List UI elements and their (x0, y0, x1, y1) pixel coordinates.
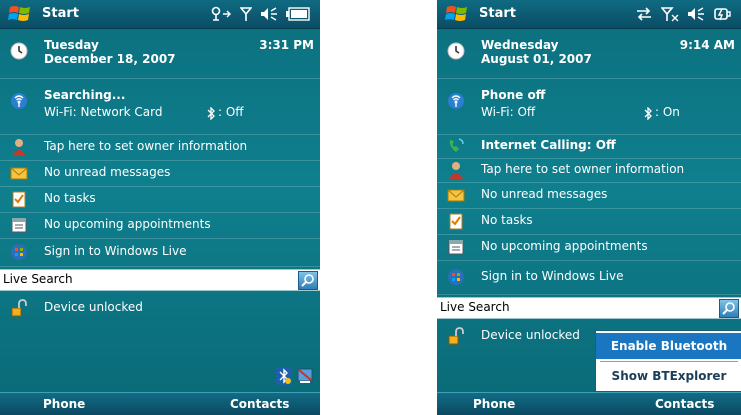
menu-divider (600, 361, 738, 362)
live-search-label: Live Search (3, 272, 73, 286)
tasks-row[interactable]: No tasks (0, 186, 320, 213)
owner-icon (12, 139, 26, 156)
today-screen-right: Start Wednesday August 01, 2007 9:14 AM … (437, 0, 741, 415)
wireless-icon (448, 93, 464, 109)
search-button[interactable] (719, 299, 739, 318)
padlock-open-icon (11, 299, 27, 317)
start-label[interactable]: Start (42, 6, 79, 21)
connectivity-icon[interactable] (210, 6, 232, 22)
bluetooth-tray-icon[interactable] (276, 367, 292, 385)
live-search-label: Live Search (440, 300, 510, 314)
date-row[interactable]: Wednesday August 01, 2007 9:14 AM (437, 30, 741, 79)
wifi-subtitle: Wi-Fi: Network Card (44, 105, 163, 119)
softkey-contacts[interactable]: Contacts (230, 397, 289, 411)
appointments-text: No upcoming appointments (481, 239, 648, 253)
search-icon (722, 302, 735, 315)
notification-tray (276, 367, 314, 385)
live-search-bar[interactable]: Live Search (437, 297, 741, 319)
appointments-text: No upcoming appointments (44, 217, 211, 231)
bluetooth-status: : Off (218, 105, 244, 119)
network-tray-icon[interactable] (296, 367, 314, 385)
owner-row[interactable]: Tap here to set owner information (437, 158, 741, 183)
bluetooth-status: : On (655, 105, 680, 119)
envelope-icon (10, 167, 28, 180)
live-row[interactable]: Sign in to Windows Live (437, 260, 741, 295)
messages-row[interactable]: No unread messages (437, 182, 741, 209)
sync-arrows-icon[interactable] (635, 6, 653, 22)
bluetooth-icon (644, 107, 652, 120)
owner-icon (449, 162, 463, 179)
today-screen-left: Start Tuesday December 18, 2007 3:31 PM … (0, 0, 320, 415)
lock-text: Device unlocked (44, 300, 143, 314)
date-day: Tuesday (44, 38, 99, 52)
softkey-bar: Phone Contacts (437, 392, 741, 415)
volume-icon[interactable] (687, 6, 705, 22)
messages-text: No unread messages (481, 187, 608, 201)
calendar-icon (448, 239, 464, 255)
date-row[interactable]: Tuesday December 18, 2007 3:31 PM (0, 30, 320, 79)
softkey-contacts[interactable]: Contacts (655, 397, 714, 411)
live-text: Sign in to Windows Live (481, 269, 624, 283)
tasks-text: No tasks (44, 191, 96, 205)
tasks-icon (12, 191, 26, 208)
wifi-title: Searching... (44, 88, 126, 102)
date-full: August 01, 2007 (481, 52, 592, 66)
live-row[interactable]: Sign in to Windows Live (0, 238, 320, 267)
softkey-bar: Phone Contacts (0, 392, 320, 415)
messages-text: No unread messages (44, 165, 171, 179)
lock-row[interactable]: Device unlocked (0, 296, 320, 322)
title-bar: Start (0, 0, 320, 29)
wireless-row[interactable]: Phone off Wi-Fi: Off : On (437, 80, 741, 135)
envelope-icon (447, 189, 465, 202)
volume-icon[interactable] (260, 6, 278, 22)
menu-item-enable-bluetooth[interactable]: Enable Bluetooth (596, 333, 741, 359)
search-button[interactable] (298, 271, 318, 290)
tasks-row[interactable]: No tasks (437, 208, 741, 235)
bluetooth-icon (207, 107, 215, 120)
wireless-icon (11, 93, 27, 109)
appointments-row[interactable]: No upcoming appointments (437, 234, 741, 261)
phone-status: Phone off (481, 88, 546, 102)
start-label[interactable]: Start (479, 6, 516, 21)
title-bar: Start (437, 0, 741, 29)
live-text: Sign in to Windows Live (44, 244, 187, 258)
search-icon (301, 274, 314, 287)
calendar-icon (11, 217, 27, 233)
internet-calling-row[interactable]: Internet Calling: Off (437, 134, 741, 159)
owner-text: Tap here to set owner information (481, 162, 685, 176)
clock-icon (10, 42, 28, 60)
padlock-open-icon (448, 327, 464, 345)
time-display[interactable]: 3:31 PM (259, 38, 314, 52)
softkey-phone[interactable]: Phone (43, 397, 85, 411)
signal-off-icon[interactable] (661, 6, 679, 22)
softkey-phone[interactable]: Phone (473, 397, 515, 411)
owner-text: Tap here to set owner information (44, 139, 248, 153)
battery-icon[interactable] (286, 7, 310, 21)
bluetooth-popup-menu: Enable Bluetooth Show BTExplorer (595, 330, 741, 392)
windows-flag-icon[interactable] (445, 4, 469, 24)
phone-handset-icon (449, 138, 464, 152)
wifi-subtitle: Wi-Fi: Off (481, 105, 536, 119)
owner-row[interactable]: Tap here to set owner information (0, 134, 320, 161)
menu-item-show-btexplorer[interactable]: Show BTExplorer (596, 363, 741, 389)
windows-flag-icon[interactable] (8, 4, 32, 24)
windows-live-icon (11, 244, 27, 260)
messages-row[interactable]: No unread messages (0, 160, 320, 187)
appointments-row[interactable]: No upcoming appointments (0, 212, 320, 239)
charging-icon[interactable] (713, 6, 731, 22)
internet-calling-text: Internet Calling: Off (481, 138, 616, 152)
lock-text: Device unlocked (481, 328, 580, 342)
tasks-icon (449, 213, 463, 230)
wireless-row[interactable]: Searching... Wi-Fi: Network Card : Off (0, 80, 320, 135)
tasks-text: No tasks (481, 213, 533, 227)
windows-live-icon (448, 269, 464, 285)
time-display[interactable]: 9:14 AM (680, 38, 735, 52)
live-search-bar[interactable]: Live Search (0, 269, 320, 291)
date-full: December 18, 2007 (44, 52, 176, 66)
date-day: Wednesday (481, 38, 559, 52)
clock-icon (447, 42, 465, 60)
signal-icon[interactable] (240, 6, 252, 22)
